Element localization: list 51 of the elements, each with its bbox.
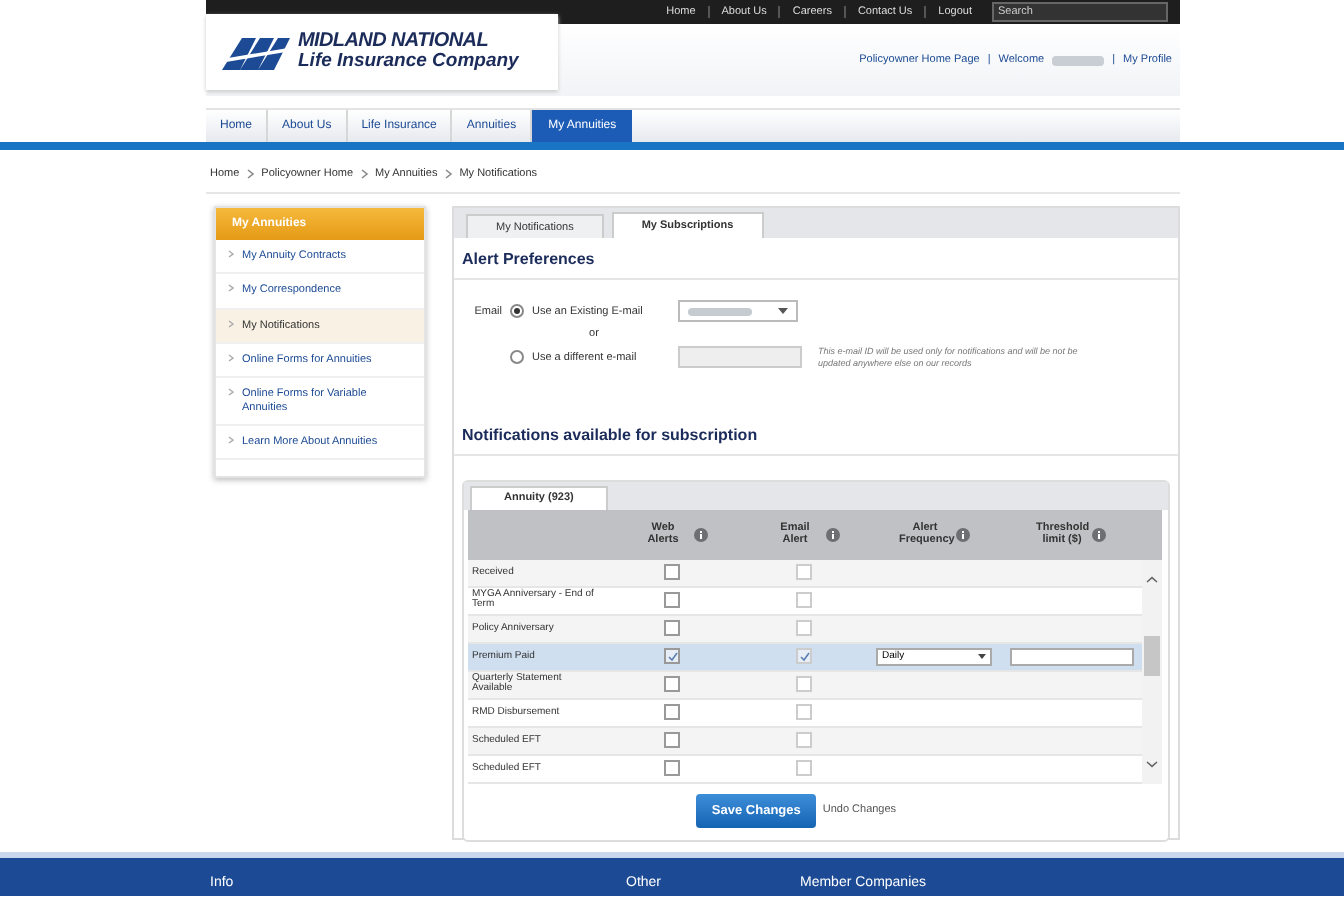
redacted-name	[1052, 55, 1105, 65]
email-dropdown[interactable]	[678, 300, 798, 322]
chevron-icon	[228, 353, 234, 362]
redacted-email	[688, 307, 752, 315]
checkbox[interactable]	[664, 648, 680, 665]
checkbox[interactable]	[664, 564, 680, 581]
chevron-icon	[443, 168, 454, 180]
checkbox[interactable]	[796, 704, 812, 721]
check-icon	[667, 651, 677, 662]
scrollbar[interactable]	[1142, 559, 1162, 784]
chevron-icon	[228, 250, 234, 258]
checkbox[interactable]	[664, 676, 680, 693]
caret-icon	[778, 308, 788, 314]
radio-button[interactable]	[510, 304, 524, 318]
table-cell	[1000, 587, 1142, 616]
checkbox[interactable]	[664, 732, 680, 749]
chevron-icon	[359, 168, 370, 180]
logo-title: MIDLAND NATIONAL	[298, 31, 490, 52]
chevron-icon	[228, 435, 234, 444]
radio-button[interactable]	[510, 350, 524, 365]
checkbox[interactable]	[664, 592, 680, 609]
table-cell	[1000, 755, 1142, 784]
table-cell	[1000, 699, 1142, 728]
chevron-down-icon	[1146, 759, 1158, 768]
chevron-up-icon	[1146, 575, 1158, 584]
checkbox[interactable]	[796, 592, 812, 609]
chevron-icon	[228, 388, 234, 397]
checkbox[interactable]	[796, 732, 812, 749]
logo-subtitle: Life Insurance Company	[298, 51, 519, 71]
checkbox[interactable]	[664, 620, 680, 637]
checkbox[interactable]	[664, 760, 680, 777]
info-icon	[955, 527, 969, 542]
info-icon	[1092, 527, 1106, 542]
chevron-icon	[228, 284, 234, 293]
section-heading: Notifications available for subscription	[454, 413, 1178, 456]
info-icon	[825, 527, 839, 542]
checkbox[interactable]	[796, 564, 812, 581]
chevron-icon	[245, 168, 256, 180]
info-icon	[693, 527, 707, 542]
section-heading: Alert Preferences	[454, 238, 1178, 280]
checkbox[interactable]	[796, 760, 812, 777]
checkbox[interactable]	[664, 704, 680, 721]
checkbox[interactable]	[796, 620, 812, 637]
scrollbar-thumb[interactable]	[1144, 635, 1160, 676]
checkbox[interactable]	[796, 648, 812, 665]
checkbox[interactable]	[796, 676, 812, 693]
caret-icon	[978, 653, 986, 660]
check-icon	[799, 651, 809, 662]
threshold-input[interactable]	[1009, 647, 1133, 666]
email-input[interactable]	[678, 346, 802, 369]
chevron-icon	[228, 319, 234, 328]
